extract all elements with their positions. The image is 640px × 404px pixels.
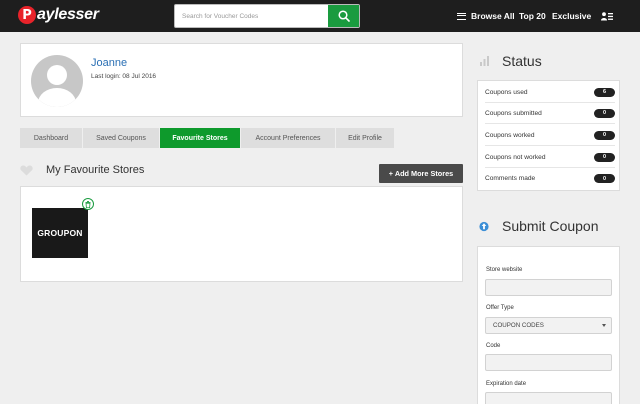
expiration-date-input[interactable] [485,392,612,404]
exclusive-label: Exclusive [552,11,592,21]
tab-dashboard[interactable]: Dashboard [20,128,82,148]
user-menu-button[interactable] [601,0,613,32]
store-website-label: Store website [486,267,523,273]
avatar [31,55,83,107]
exclusive-link[interactable]: Exclusive [552,0,591,32]
tab-favourite-stores[interactable]: Favourite Stores [160,128,240,148]
status-count-badge: 0 [594,108,615,118]
tab-saved-coupons[interactable]: Saved Coupons [83,128,159,148]
status-label: Coupons not worked [485,153,546,161]
logo-mark: P [18,6,36,24]
code-input[interactable] [485,354,612,371]
status-count-badge: 6 [594,87,615,97]
heart-icon [20,165,33,176]
status-row: Coupons worked 0 [485,125,615,146]
user-name[interactable]: Joanne [91,57,127,69]
status-title: Status [502,53,542,69]
search-bar [174,4,360,28]
status-count-badge: 0 [594,174,615,183]
code-label: Code [486,343,501,349]
tab-edit-profile[interactable]: Edit Profile [336,128,394,148]
status-row: Coupons not worked 0 [485,147,615,168]
store-logo-groupon[interactable]: GROUPON [32,208,88,258]
paylesser-logo[interactable]: P aylesser [18,5,99,25]
status-label: Coupons used [485,88,528,96]
status-label: Coupons worked [485,131,535,139]
browse-all-label: Browse All [471,11,515,21]
status-row: Coupons used 6 [485,82,615,103]
submit-coupon-title: Submit Coupon [502,218,599,234]
store-website-input[interactable] [485,279,612,296]
favourite-stores-header: My Favourite Stores + Add More Stores [20,160,463,183]
add-more-stores-button[interactable]: + Add More Stores [379,164,463,183]
expiration-date-label: Expiration date [486,381,527,387]
search-input[interactable] [175,5,329,27]
search-icon [337,10,350,22]
top-navigation-bar: P aylesser Browse All Top 20 Exclusive [0,0,640,32]
top-20-label: Top 20 [519,11,546,21]
offer-type-select[interactable]: COUPON CODES [485,317,612,334]
tab-account-preferences[interactable]: Account Preferences [241,128,335,148]
chevron-down-icon [602,324,606,327]
status-count-badge: 0 [594,130,615,140]
status-row: Comments made 0 [485,168,615,189]
status-label: Comments made [485,175,536,182]
top-20-link[interactable]: Top 20 [519,0,546,32]
favourite-stores-title: My Favourite Stores [46,164,145,176]
status-card: Coupons used 6 Coupons submitted 0 Coupo… [477,80,620,191]
bar-chart-icon [480,56,489,66]
status-label: Coupons submitted [485,109,542,117]
account-tabs: Dashboard Saved Coupons Favourite Stores… [20,128,395,148]
submit-coupon-form: Store website Offer Type COUPON CODES Co… [477,246,620,404]
user-menu-icon [601,11,613,20]
last-login: Last login: 08 Jul 2016 [91,73,157,80]
offer-type-label: Offer Type [486,305,514,311]
remove-store-button[interactable] [82,198,94,210]
logo-wordmark: aylesser [37,6,99,23]
offer-type-value: COUPON CODES [493,322,544,329]
browse-all-link[interactable]: Browse All [457,0,515,32]
search-button[interactable] [328,5,359,27]
profile-card: Joanne Last login: 08 Jul 2016 [20,43,463,117]
menu-icon [457,12,466,20]
trash-icon [85,200,91,208]
avatar-body [38,88,76,107]
favourite-stores-card: GROUPON [20,186,463,282]
status-row: Coupons submitted 0 [485,103,615,124]
status-count-badge: 0 [594,152,615,162]
upload-icon [479,221,489,232]
avatar-head [47,65,67,85]
